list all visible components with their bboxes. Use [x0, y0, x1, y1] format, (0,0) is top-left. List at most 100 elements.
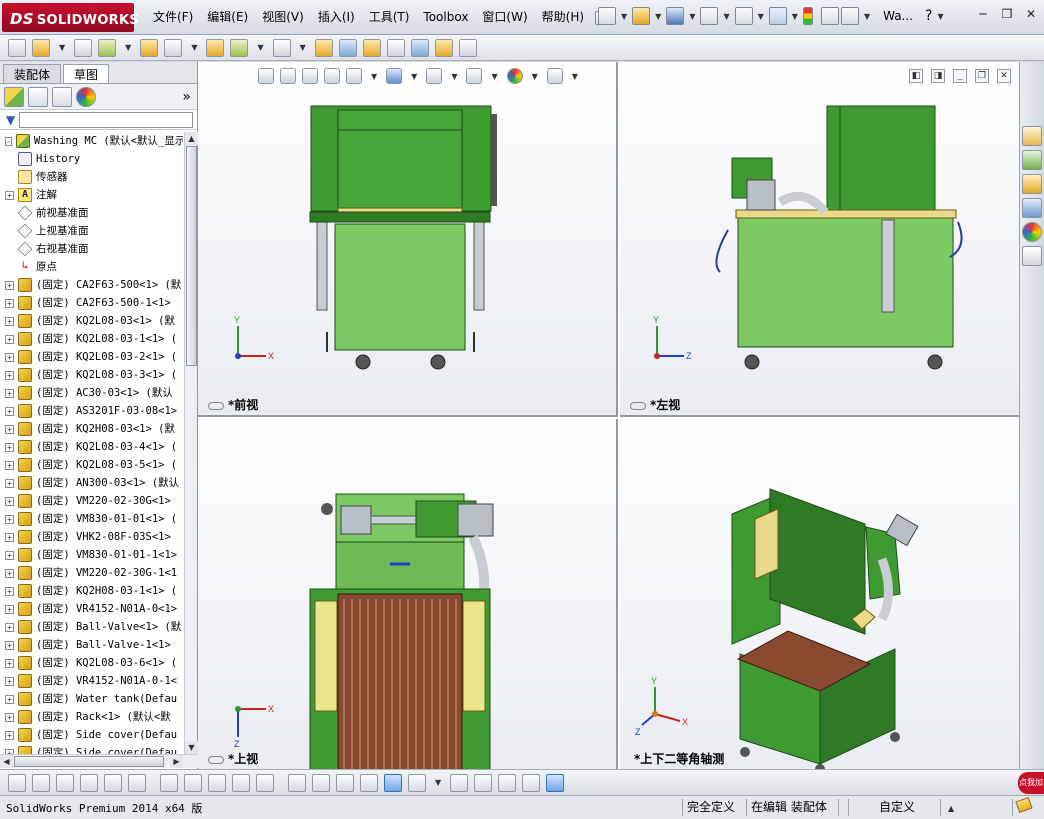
file-properties-icon[interactable] — [820, 7, 839, 25]
tree-node[interactable]: + (固定) AC30-03<1> (默认 — [0, 384, 183, 402]
custom-properties-icon[interactable] — [1022, 246, 1042, 266]
move-component-icon[interactable] — [164, 38, 183, 57]
chevron-down-icon[interactable]: ▼ — [758, 12, 764, 21]
new-document-icon[interactable] — [598, 7, 616, 25]
graphics-area[interactable]: ▼ ▼ ▼ ▼ ▼ ▼ Y X *前视 ◧ ◨ _ ❐ ✕ Y Z *左视 Z … — [198, 62, 1019, 769]
expand-node-icon[interactable]: + — [5, 478, 14, 488]
tree-node[interactable]: + (固定) Rack<1> (默认<默 — [0, 708, 183, 726]
assembly-tool-icon[interactable] — [8, 38, 26, 57]
scroll-left-icon[interactable]: ◀ — [0, 755, 13, 768]
chevron-down-icon[interactable]: ▼ — [125, 43, 131, 52]
link-views-icon[interactable] — [208, 401, 224, 410]
menu-file[interactable]: 文件(F) — [146, 0, 200, 35]
tag-icon[interactable] — [1012, 796, 1042, 816]
camera-icon[interactable] — [522, 773, 541, 792]
undo-icon[interactable] — [734, 7, 753, 25]
shaded-display-icon[interactable] — [384, 773, 402, 792]
expand-node-icon[interactable]: + — [5, 424, 14, 434]
expand-node-icon[interactable]: + — [5, 550, 14, 560]
tree-node[interactable]: + (固定) KQ2H08-03<1> (默 — [0, 420, 183, 438]
expand-node-icon[interactable]: + — [5, 586, 14, 596]
tree-node[interactable]: History — [0, 150, 183, 168]
point-icon[interactable] — [32, 773, 50, 792]
expand-node-icon[interactable]: + — [5, 190, 14, 200]
convert-entities-icon[interactable] — [232, 773, 250, 792]
filter-input[interactable] — [19, 111, 193, 128]
expand-node-icon[interactable]: + — [5, 694, 14, 704]
tree-node[interactable]: + (固定) CA2F63-500-1<1> — [0, 294, 183, 312]
reference-geometry-icon[interactable] — [272, 38, 291, 57]
options-icon[interactable] — [840, 7, 859, 25]
expand-node-icon[interactable]: + — [5, 532, 14, 542]
grid-icon[interactable] — [312, 773, 330, 792]
mate-icon[interactable] — [74, 38, 93, 57]
extend-icon[interactable] — [128, 773, 146, 792]
expand-node-icon[interactable]: + — [5, 658, 14, 668]
tree-node[interactable]: + (固定) VM830-01-01<1> ( — [0, 510, 183, 528]
scroll-down-icon[interactable]: ▼ — [185, 741, 198, 754]
menu-window[interactable]: 窗口(W) — [475, 0, 534, 35]
expand-node-icon[interactable]: + — [5, 388, 14, 398]
expand-node-icon[interactable]: + — [5, 406, 14, 416]
chevron-down-icon[interactable]: ▼ — [257, 43, 263, 52]
relation-icon[interactable] — [336, 773, 354, 792]
file-explorer-icon[interactable] — [1022, 174, 1042, 194]
chevron-down-icon[interactable]: ▼ — [864, 12, 870, 21]
tree-node[interactable]: + (固定) KQ2L08-03-2<1> ( — [0, 348, 183, 366]
move-with-triad-icon[interactable] — [474, 773, 493, 792]
menu-tools[interactable]: 工具(T) — [362, 0, 417, 35]
view-palette-icon[interactable] — [1022, 198, 1042, 218]
menu-help[interactable]: 帮助(H) — [535, 0, 591, 35]
units-status[interactable]: 自定义 — [848, 799, 938, 816]
open-folder-icon[interactable] — [632, 7, 651, 25]
select-arrow-icon[interactable] — [768, 7, 787, 25]
clearance-verification-icon[interactable] — [434, 38, 453, 57]
expand-node-icon[interactable]: + — [5, 568, 14, 578]
tree-node[interactable]: + (固定) KQ2L08-03-5<1> ( — [0, 456, 183, 474]
display-manager-icon[interactable] — [76, 86, 96, 107]
expand-node-icon[interactable]: + — [5, 352, 14, 362]
tree-vertical-scrollbar[interactable]: ▲ ▼ — [184, 132, 198, 754]
chevron-down-icon[interactable]: ▼ — [621, 12, 627, 21]
new-motion-study-icon[interactable] — [314, 38, 333, 57]
coordinate-system-icon[interactable] — [498, 773, 517, 792]
chevron-down-icon[interactable]: ▼ — [937, 12, 943, 21]
linear-pattern-icon[interactable] — [98, 38, 117, 57]
help-icon[interactable]: ? — [925, 8, 932, 24]
assembly-features-icon[interactable] — [230, 38, 249, 57]
expand-node-icon[interactable]: + — [5, 298, 14, 308]
expand-node-icon[interactable]: + — [5, 370, 14, 380]
restore-icon[interactable]: ❐ — [998, 6, 1016, 22]
chevron-down-icon[interactable]: ▼ — [689, 12, 695, 21]
insert-components-icon[interactable] — [32, 38, 50, 57]
tree-node[interactable]: + (固定) Side cover(Defau — [0, 744, 183, 754]
dimension-icon[interactable] — [288, 773, 306, 792]
expand-panel-icon[interactable]: » — [182, 89, 191, 105]
tree-node[interactable]: + (固定) AS3201F-03-08<1> — [0, 402, 183, 420]
chevron-down-icon[interactable]: ▼ — [435, 778, 441, 787]
view-cube-icon[interactable] — [360, 773, 378, 792]
close-icon[interactable]: ✕ — [1022, 6, 1040, 22]
tree-node[interactable]: + (固定) VHK2-08F-03S<1> — [0, 528, 183, 546]
section-view-icon[interactable] — [450, 773, 469, 792]
expand-node-icon[interactable]: + — [5, 712, 14, 722]
chevron-down-icon[interactable]: ▼ — [191, 43, 197, 52]
tree-node[interactable]: + (固定) KQ2L08-03-4<1> ( — [0, 438, 183, 456]
smart-fasteners-icon[interactable] — [140, 38, 159, 57]
chevron-up-icon[interactable]: ▲ — [948, 800, 954, 817]
link-views-icon[interactable] — [630, 401, 646, 410]
tree-node[interactable]: + (固定) KQ2L08-03<1> (默 — [0, 312, 183, 330]
units-dropdown[interactable]: ▲ — [940, 799, 1010, 816]
tab-assembly[interactable]: 装配体 — [3, 64, 62, 83]
menu-toolbox[interactable]: Toolbox — [416, 0, 475, 35]
design-library-icon[interactable] — [1022, 150, 1042, 170]
tree-node[interactable]: + (固定) VR4152-N01A-0<1> — [0, 600, 183, 618]
expand-node-icon[interactable]: + — [5, 514, 14, 524]
hole-alignment-icon[interactable] — [458, 38, 477, 57]
tree-node[interactable]: + (固定) Ball-Valve-1<1> — [0, 636, 183, 654]
hint-badge[interactable]: 点我加 — [1018, 772, 1044, 794]
polygon-icon[interactable] — [80, 773, 98, 792]
interference-detection-icon[interactable] — [410, 38, 429, 57]
tree-node[interactable]: 上视基准面 — [0, 222, 183, 240]
bill-of-materials-icon[interactable] — [338, 38, 357, 57]
